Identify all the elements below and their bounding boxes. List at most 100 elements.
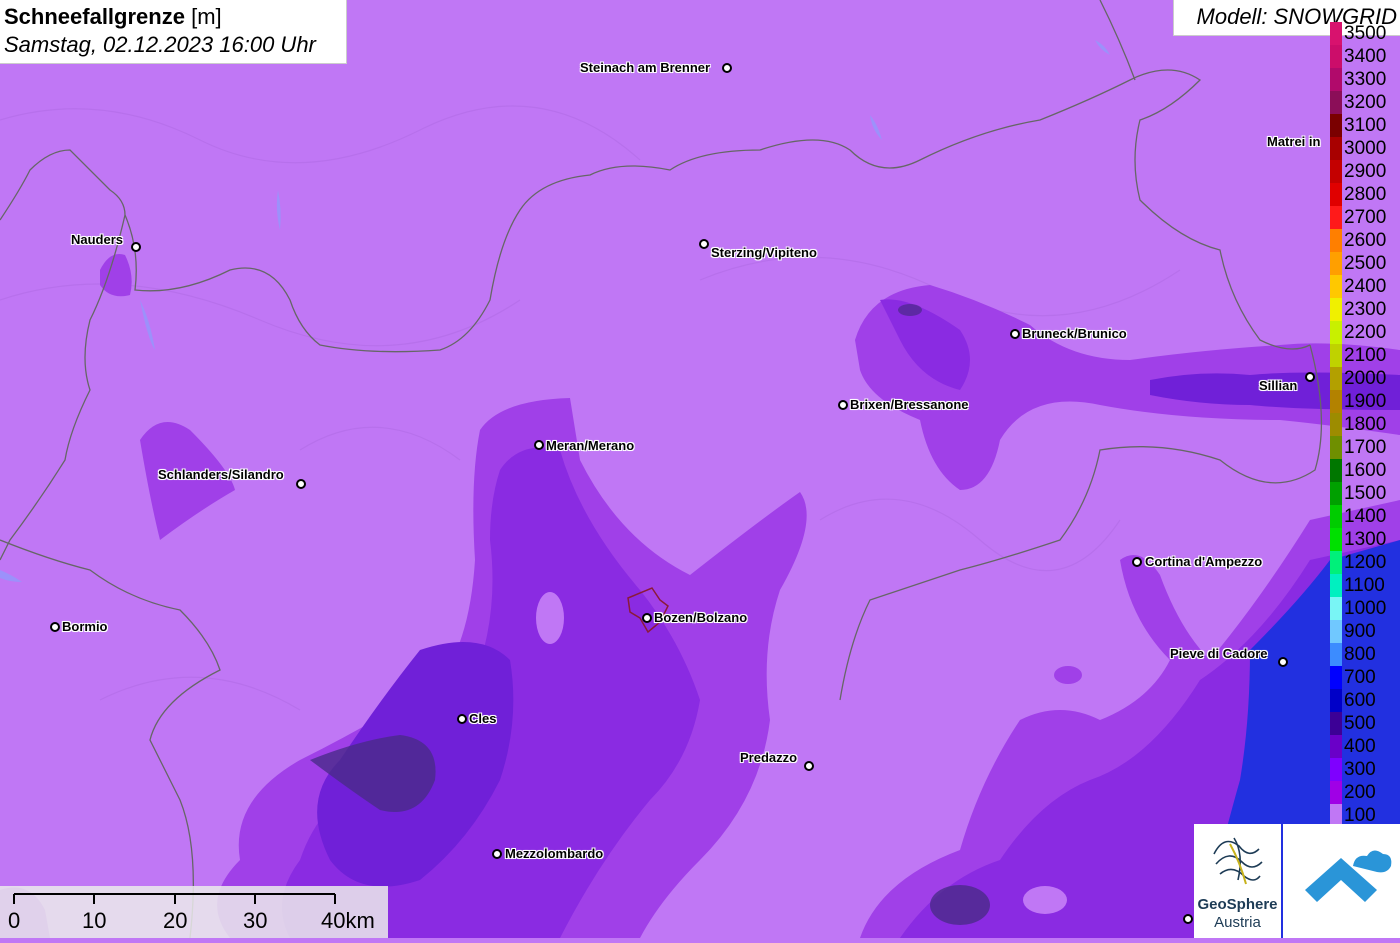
legend-label: 1600 — [1344, 460, 1387, 481]
city-marker-icon — [1010, 329, 1020, 339]
city-label: Nauders — [71, 232, 124, 247]
city-marker-icon — [1305, 372, 1315, 382]
legend-swatch — [1330, 459, 1342, 482]
legend-label: 3100 — [1344, 115, 1387, 136]
legend-swatch — [1330, 413, 1342, 436]
city-label: Bormio — [62, 619, 108, 634]
legend-swatch — [1330, 781, 1342, 804]
city-marker-icon — [1132, 557, 1142, 567]
city-marker-icon — [492, 849, 502, 859]
scale-tick-label: 40km — [321, 908, 375, 933]
city-label: Cortina d'Ampezzo — [1145, 554, 1263, 569]
city-label: Cles — [469, 711, 497, 726]
legend-swatch — [1330, 160, 1342, 183]
city-label: Mezzolombardo — [505, 846, 604, 861]
legend-label: 1100 — [1344, 575, 1385, 596]
legend-label: 200 — [1344, 782, 1376, 803]
city-marker-icon — [838, 400, 848, 410]
legend-label: 500 — [1344, 713, 1376, 734]
legend-swatch — [1330, 22, 1342, 45]
legend-swatch — [1330, 597, 1342, 620]
city-label: Schlanders/Silandro — [158, 467, 284, 482]
legend-swatch — [1330, 275, 1342, 298]
geosphere-logo[interactable]: GeoSphere Austria — [1194, 824, 1281, 938]
title-parameter: Schneefallgrenze — [4, 4, 185, 29]
geosphere-emblem-icon — [1213, 837, 1263, 885]
legend-label: 1900 — [1344, 391, 1387, 412]
legend-swatch — [1330, 137, 1342, 160]
legend-label: 2000 — [1344, 368, 1387, 389]
legend-label: 2900 — [1344, 161, 1387, 182]
cloud-chevron-icon — [1305, 850, 1392, 902]
legend-swatch — [1330, 229, 1342, 252]
map-datetime: Samstag, 02.12.2023 16:00 Uhr — [4, 32, 316, 57]
legend-swatch — [1330, 574, 1342, 597]
city-marker-icon — [804, 761, 814, 771]
app-logo[interactable] — [1283, 824, 1400, 938]
legend-swatch — [1330, 505, 1342, 528]
legend-label: 1700 — [1344, 437, 1387, 458]
legend-label: 2800 — [1344, 184, 1387, 205]
legend-swatch — [1330, 551, 1342, 574]
city-label: Sterzing/Vipiteno — [711, 245, 817, 260]
legend-label: 600 — [1344, 690, 1376, 711]
city-marker-icon — [1183, 914, 1193, 924]
legend-label: 3300 — [1344, 69, 1387, 90]
geosphere-country: Austria — [1214, 914, 1261, 931]
legend-swatch — [1330, 68, 1342, 91]
title-unit: [m] — [191, 4, 222, 29]
legend-label: 400 — [1344, 736, 1376, 757]
legend-swatch — [1330, 183, 1342, 206]
legend-label: 900 — [1344, 621, 1376, 642]
legend-swatch — [1330, 367, 1342, 390]
legend-label: 2300 — [1344, 299, 1387, 320]
legend-label: 2400 — [1344, 276, 1387, 297]
scale-tick-label: 30 — [243, 908, 268, 933]
legend-swatch — [1330, 91, 1342, 114]
city-marker-icon — [1278, 657, 1288, 667]
legend-label: 1200 — [1344, 552, 1387, 573]
map-title: Schneefallgrenze [m] — [4, 4, 222, 30]
city-marker-icon — [699, 239, 709, 249]
legend-swatch — [1330, 45, 1342, 68]
scale-tick-label: 0 — [8, 908, 21, 933]
city-marker-icon — [534, 440, 544, 450]
legend-label: 800 — [1344, 644, 1376, 665]
legend-swatch — [1330, 666, 1342, 689]
legend-swatch — [1330, 252, 1342, 275]
city-label: Brixen/Bressanone — [850, 397, 969, 412]
city-marker-icon — [50, 622, 60, 632]
city-marker-icon — [457, 714, 467, 724]
city-label: Matrei in — [1267, 134, 1321, 149]
city-marker-icon — [642, 613, 652, 623]
legend-label: 3500 — [1344, 23, 1387, 44]
legend-swatch — [1330, 735, 1342, 758]
legend-label: 2700 — [1344, 207, 1387, 228]
legend-label: 300 — [1344, 759, 1376, 780]
legend-label: 2600 — [1344, 230, 1387, 251]
legend-label: 2100 — [1344, 345, 1387, 366]
city-label: Predazzo — [740, 750, 798, 765]
city-label: Sillian — [1259, 378, 1298, 393]
geosphere-name: GeoSphere — [1197, 896, 1278, 913]
city-label: Steinach am Brenner — [580, 60, 711, 75]
city-label: Meran/Merano — [546, 438, 635, 453]
legend-swatch — [1330, 436, 1342, 459]
legend-swatch — [1330, 528, 1342, 551]
legend-label: 1400 — [1344, 506, 1387, 527]
legend-label: 3400 — [1344, 46, 1387, 67]
legend-swatch — [1330, 321, 1342, 344]
legend-label: 2500 — [1344, 253, 1387, 274]
legend-label: 3200 — [1344, 92, 1387, 113]
legend-swatch — [1330, 344, 1342, 367]
legend-swatch — [1330, 643, 1342, 666]
scale-bar: 0 10 20 30 40km — [0, 886, 388, 938]
legend-label: 700 — [1344, 667, 1376, 688]
scale-tick-label: 10 — [82, 908, 107, 933]
legend-swatch — [1330, 758, 1342, 781]
legend-swatch — [1330, 114, 1342, 137]
legend-label: 2200 — [1344, 322, 1387, 343]
legend-swatch — [1330, 712, 1342, 735]
legend-swatch — [1330, 482, 1342, 505]
legend-swatch — [1330, 689, 1342, 712]
